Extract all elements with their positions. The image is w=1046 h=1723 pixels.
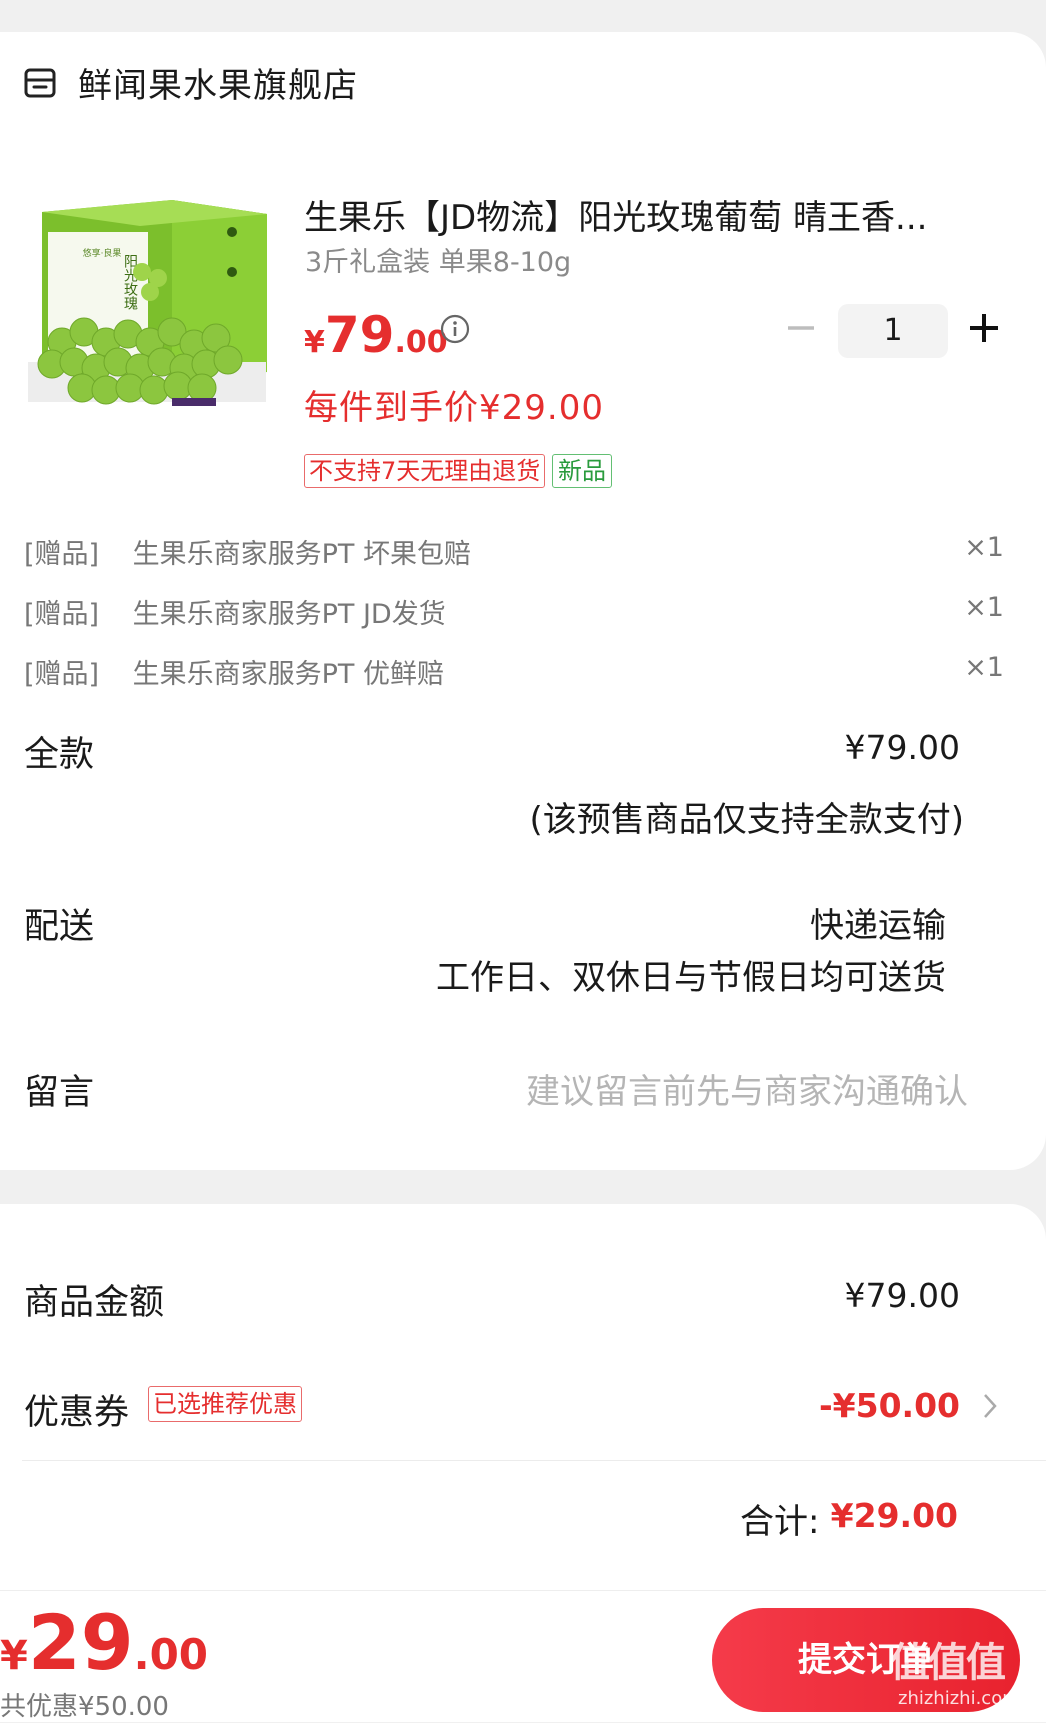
- total-label: 合计:: [740, 1502, 820, 1542]
- decrease-quantity-button[interactable]: [786, 313, 816, 343]
- gift-name: 生果乐商家服务PT 优鲜赔: [132, 659, 444, 690]
- message-input[interactable]: 建议留言前先与商家沟通确认: [526, 1064, 968, 1113]
- gift-item: [赠品] 生果乐商家服务PT 坏果包赔 ×1: [24, 532, 1004, 571]
- gift-quantity: ×1: [964, 532, 1004, 563]
- arrive-price: 每件到手价¥29.00: [304, 388, 604, 428]
- coupon-value[interactable]: -¥50.00: [819, 1386, 960, 1425]
- watermark-url: zhizhizhi.com: [898, 1688, 1020, 1709]
- bottom-price-decimal: .00: [133, 1630, 209, 1679]
- gift-prefix: [赠品]: [24, 599, 100, 630]
- product-spec: 3斤礼盒装 单果8-10g: [305, 247, 572, 278]
- watermark: 值值值: [890, 1640, 1006, 1686]
- delivery-label: 配送: [24, 907, 95, 947]
- coupon-label: 优惠券: [24, 1393, 130, 1433]
- goods-amount-label: 商品金额: [24, 1283, 165, 1323]
- image-box-text: 阳光玫瑰: [122, 254, 138, 311]
- coupon-recommended-tag: 已选推荐优惠: [148, 1386, 302, 1422]
- gift-quantity: ×1: [964, 592, 1004, 623]
- product-price: ¥ 79 .00: [304, 306, 448, 364]
- image-brand-text: 悠享·良果: [83, 247, 122, 259]
- info-icon[interactable]: [440, 314, 470, 344]
- chevron-right-icon[interactable]: [982, 1392, 998, 1420]
- bottom-price: ¥ 29 .00: [0, 1598, 208, 1687]
- payment-note: (该预售商品仅支持全款支付): [529, 800, 964, 840]
- new-product-tag: 新品: [552, 454, 612, 488]
- payment-value: ¥79.00: [844, 728, 960, 767]
- store-icon: [24, 68, 56, 97]
- gift-quantity: ×1: [964, 652, 1004, 683]
- gift-prefix: [赠品]: [24, 539, 100, 570]
- product-title[interactable]: 生果乐【JD物流】阳光玫瑰葡萄 晴王香...: [304, 190, 984, 239]
- bottom-price-currency: ¥: [0, 1633, 28, 1679]
- delivery-detail: 工作日、双休日与节假日均可送货: [436, 958, 946, 998]
- store-name: 鲜闻果水果旗舰店: [78, 66, 358, 106]
- total-value: ¥29.00: [830, 1496, 958, 1535]
- store-header[interactable]: 鲜闻果水果旗舰店: [24, 58, 358, 107]
- gift-name: 生果乐商家服务PT JD发货: [132, 599, 446, 630]
- gift-prefix: [赠品]: [24, 659, 100, 690]
- bottom-discount: 共优惠¥50.00: [0, 1692, 169, 1722]
- payment-label: 全款: [24, 735, 95, 775]
- gift-item: [赠品] 生果乐商家服务PT 优鲜赔 ×1: [24, 652, 1004, 691]
- quantity-input[interactable]: 1: [838, 304, 948, 358]
- gift-name: 生果乐商家服务PT 坏果包赔: [132, 539, 471, 570]
- increase-quantity-button[interactable]: [968, 312, 1000, 344]
- bottom-price-integer: 29: [27, 1598, 134, 1687]
- gift-item: [赠品] 生果乐商家服务PT JD发货 ×1: [24, 592, 1004, 631]
- goods-amount-value: ¥79.00: [844, 1276, 960, 1315]
- delivery-method[interactable]: 快递运输: [810, 898, 946, 947]
- price-integer: 79: [324, 306, 395, 364]
- price-currency: ¥: [304, 325, 325, 360]
- divider: [22, 1460, 1046, 1461]
- message-label: 留言: [24, 1073, 95, 1113]
- product-image[interactable]: 悠享·良果 阳光玫瑰: [22, 192, 272, 435]
- no-return-tag: 不支持7天无理由退货: [304, 454, 546, 488]
